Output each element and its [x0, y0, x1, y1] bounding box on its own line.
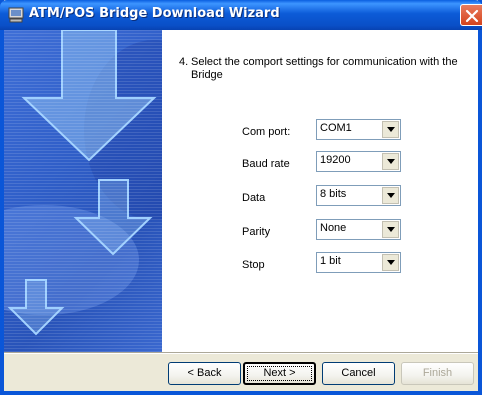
parity-dropdown-button[interactable] [382, 221, 399, 238]
data-bits-label: Data [242, 192, 266, 204]
stop-bits-dropdown-button[interactable] [382, 254, 399, 271]
next-button[interactable]: Next > [243, 362, 316, 385]
com-port-value: COM1 [320, 122, 352, 134]
com-port-label: Com port: [242, 126, 291, 138]
com-port-select[interactable]: COM1 [316, 119, 401, 140]
stop-bits-value: 1 bit [320, 255, 341, 267]
computer-icon [8, 7, 24, 23]
baud-rate-value: 19200 [320, 154, 351, 166]
baud-rate-select[interactable]: 19200 [316, 151, 401, 172]
window-title: ATM/POS Bridge Download Wizard [29, 6, 280, 21]
wizard-side-image [4, 30, 162, 352]
stop-bits-select[interactable]: 1 bit [316, 252, 401, 273]
data-bits-value: 8 bits [320, 188, 347, 200]
close-icon [465, 9, 479, 23]
focus-outline [247, 366, 312, 381]
data-bits-dropdown-button[interactable] [382, 187, 399, 204]
step-description: Select the comport settings for communic… [191, 56, 458, 81]
data-bits-select[interactable]: 8 bits [316, 185, 401, 206]
back-button[interactable]: < Back [168, 362, 241, 385]
title-bar[interactable]: ATM/POS Bridge Download Wizard [0, 0, 482, 30]
chevron-down-icon [387, 193, 395, 198]
stop-bits-label: Stop [242, 259, 265, 271]
parity-select[interactable]: None [316, 219, 401, 240]
footer-divider [4, 352, 478, 354]
chevron-down-icon [387, 227, 395, 232]
chevron-down-icon [387, 159, 395, 164]
baud-rate-dropdown-button[interactable] [382, 153, 399, 170]
chevron-down-icon [387, 127, 395, 132]
parity-value: None [320, 222, 347, 234]
wizard-content: 4. Select the comport settings for commu… [162, 30, 478, 352]
close-button[interactable] [460, 4, 482, 26]
step-number: 4. [179, 56, 189, 68]
cancel-button[interactable]: Cancel [322, 362, 395, 385]
chevron-down-icon [387, 260, 395, 265]
parity-label: Parity [242, 226, 271, 238]
baud-rate-label: Baud rate [242, 158, 290, 170]
com-port-dropdown-button[interactable] [382, 121, 399, 138]
finish-button[interactable]: Finish [401, 362, 474, 385]
